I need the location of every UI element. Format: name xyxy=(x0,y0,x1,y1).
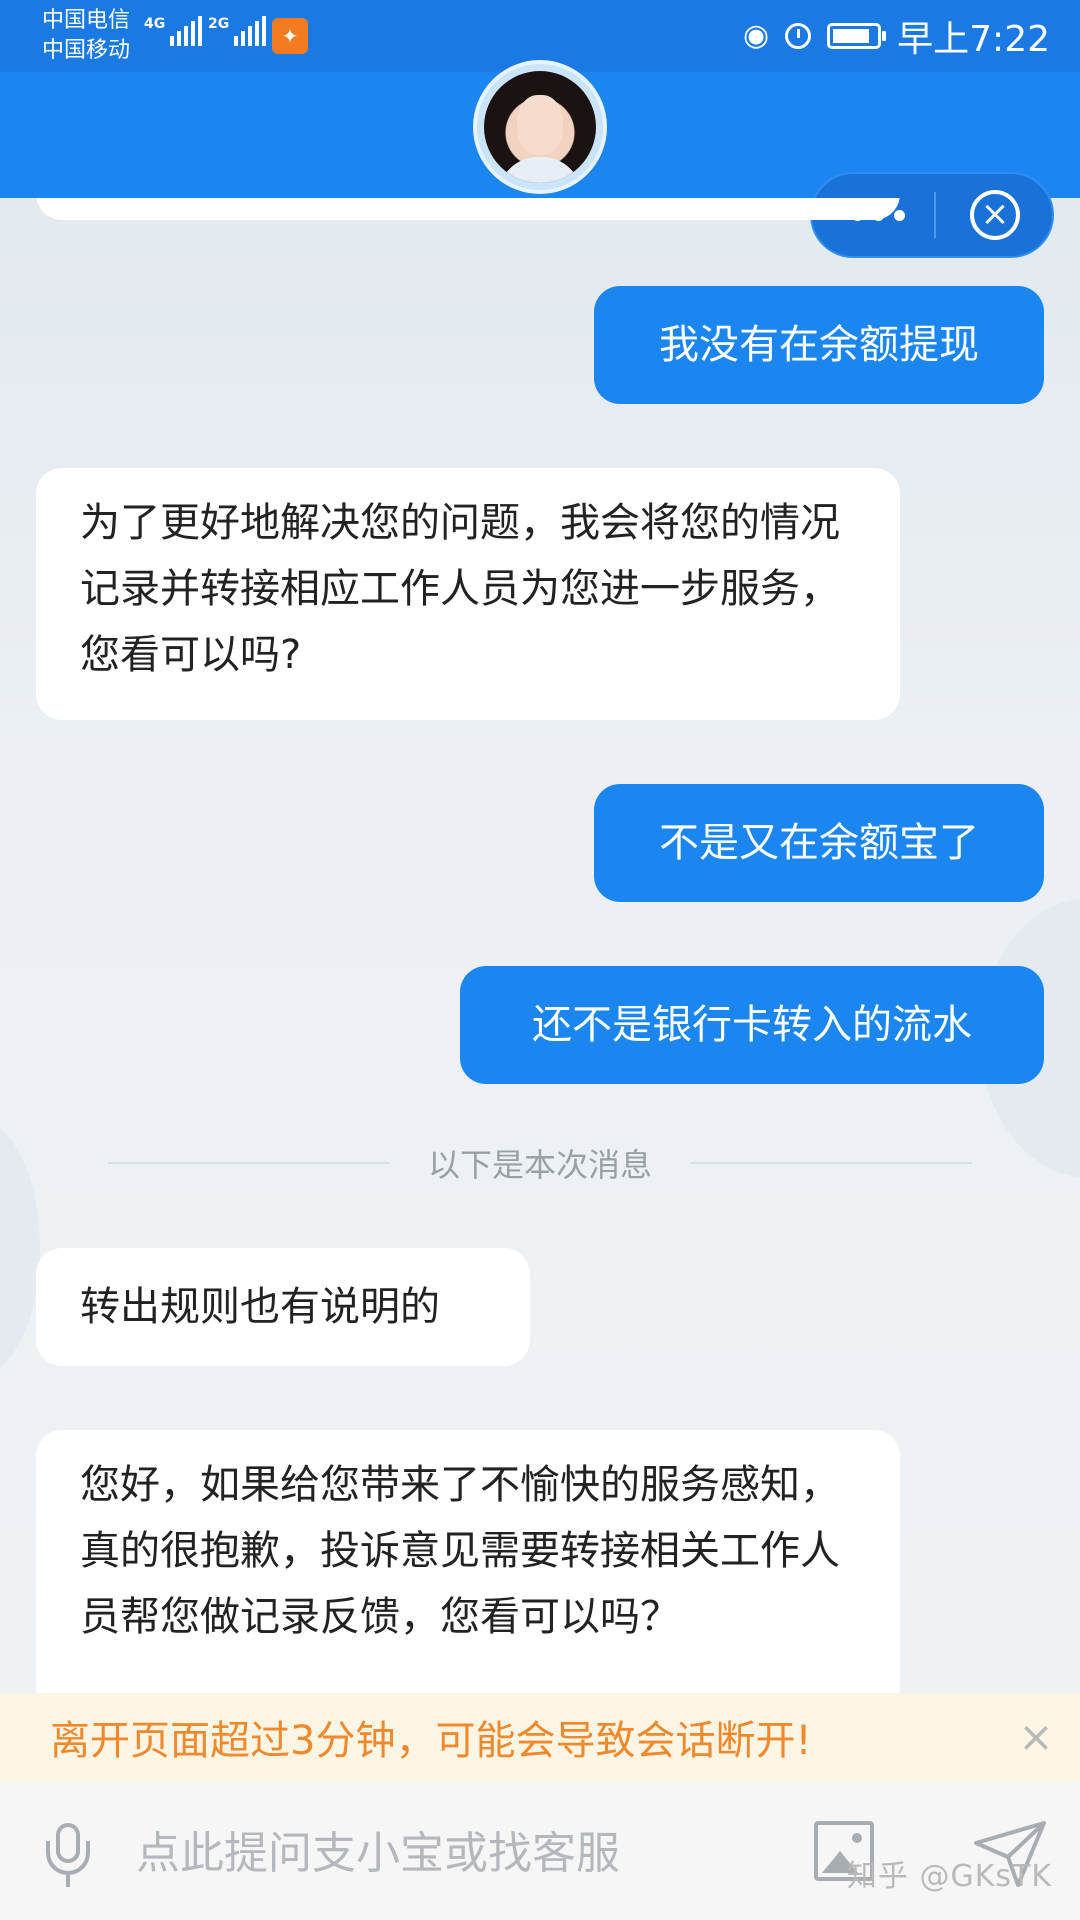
message-bubble-user: 不是又在余额宝了 xyxy=(594,784,1044,902)
message-bubble-agent: 转出规则也有说明的 xyxy=(36,1248,530,1366)
close-warning-icon[interactable]: × xyxy=(1012,1713,1060,1761)
clock-time: 早上7:22 xyxy=(897,19,1050,60)
background-decoration xyxy=(0,1118,40,1378)
message-text: 还不是银行卡转入的流水 xyxy=(532,1002,972,1048)
battery-icon xyxy=(827,23,887,49)
message-text: 不是又在余额宝了 xyxy=(659,820,979,866)
warning-text: 离开页面超过3分钟，可能会导致会话断开! xyxy=(50,1718,812,1764)
message-text: 您好，如果给您带来了不愉快的服务感知，真的很抱歉，投诉意见需要转接相关工作人员帮… xyxy=(80,1462,840,1640)
uc-browser-icon: ✦ xyxy=(272,18,308,54)
signal-1-icon: 4G xyxy=(144,16,203,46)
assistant-avatar[interactable] xyxy=(473,60,607,194)
carrier-2: 中国移动 xyxy=(42,38,131,63)
watermark: 知乎 @GKsTK xyxy=(846,1859,1052,1894)
eye-comfort-icon: ◉ xyxy=(742,18,770,53)
message-bubble-partial xyxy=(36,198,900,220)
history-separator: 以下是本次消息 xyxy=(108,1138,973,1188)
network-type-2: 2G xyxy=(208,16,230,32)
message-text: 转出规则也有说明的 xyxy=(80,1284,440,1330)
status-right: ◉ 早上7:22 xyxy=(742,14,1050,60)
chat-area[interactable]: 我没有在余额提现 为了更好地解决您的问题，我会将您的情况记录并转接相应工作人员为… xyxy=(0,198,1080,1693)
message-bubble-user: 还不是银行卡转入的流水 xyxy=(460,966,1044,1084)
signal-2-icon: 2G xyxy=(208,16,267,46)
avatar-image xyxy=(484,71,596,183)
message-text: 我没有在余额提现 xyxy=(659,322,979,368)
input-bar: 点此提问支小宝或找客服 知乎 @GKsTK xyxy=(0,1781,1080,1920)
carrier-1: 中国电信 xyxy=(42,8,131,33)
message-text: 为了更好地解决您的问题，我会将您的情况记录并转接相应工作人员为您进一步服务，您看… xyxy=(80,500,840,678)
message-bubble-user: 我没有在余额提现 xyxy=(594,286,1044,404)
carrier-labels: 中国电信 中国移动 xyxy=(42,6,130,66)
separator-text: 以下是本次消息 xyxy=(428,1146,653,1184)
question-input[interactable]: 点此提问支小宝或找客服 xyxy=(136,1821,776,1887)
message-bubble-agent: 您好，如果给您带来了不愉快的服务感知，真的很抱歉，投诉意见需要转接相关工作人员帮… xyxy=(36,1430,900,1693)
microphone-icon[interactable] xyxy=(46,1823,90,1889)
session-warning-banner: 离开页面超过3分钟，可能会导致会话断开! × xyxy=(0,1693,1080,1781)
alarm-icon xyxy=(785,23,812,49)
message-bubble-agent: 为了更好地解决您的问题，我会将您的情况记录并转接相应工作人员为您进一步服务，您看… xyxy=(36,468,900,720)
network-type-1: 4G xyxy=(144,16,166,32)
